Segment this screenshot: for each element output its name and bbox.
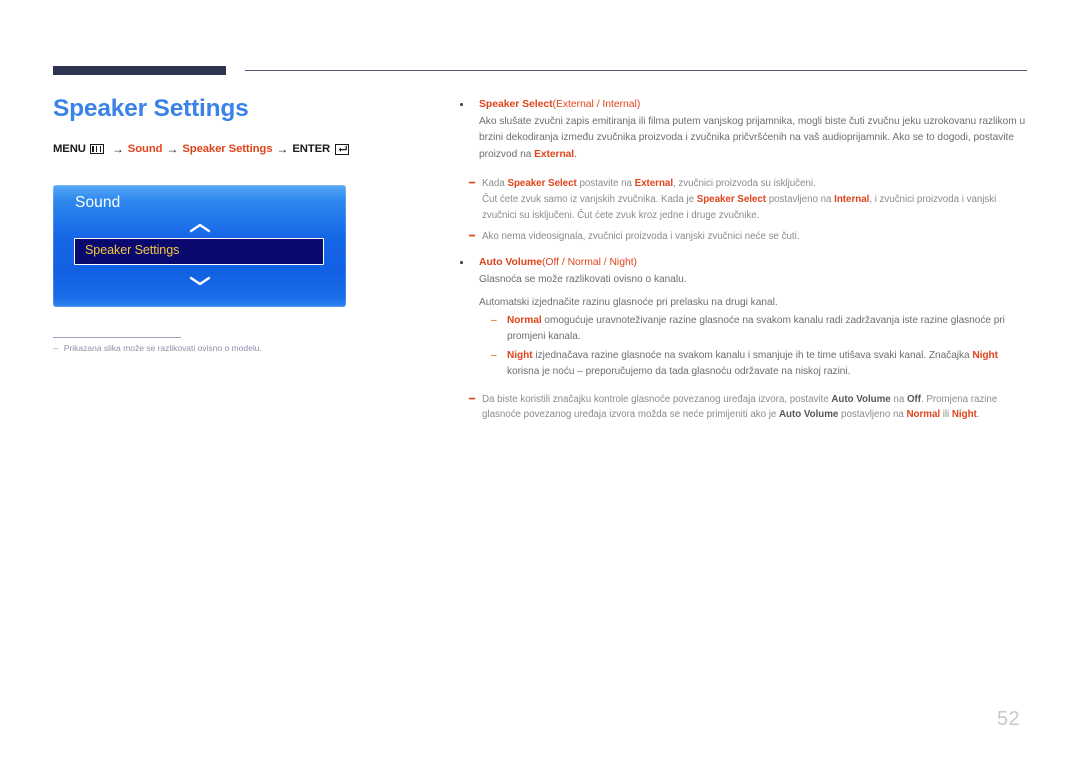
av-note-bold-5: Night [951,409,977,421]
av-note-bold-3: Auto Volume [778,409,839,421]
note-dash-icon: ━ [469,393,475,405]
auto-volume-paragraph-2: Automatski izjednačite razinu glasnoće p… [479,296,778,308]
left-column: Speaker Settings MENU → Sound → Speaker … [53,95,433,156]
menu-path-step-speaker-settings: Speaker Settings [182,143,273,156]
sub-night-text-a: izjednačava razine glasnoće na svakom ka… [532,349,973,361]
auto-volume-options: (Off / Normal / Night) [541,257,637,269]
speaker-select-heading: Speaker Select(External / Internal) [479,97,1030,114]
speaker-select-paragraph-bold: External [534,148,575,160]
section-speaker-select: Speaker Select(External / Internal) Ako … [458,97,1030,163]
speaker-select-note-2: ━ Ako nema videosignala, zvučnici proizv… [469,229,1030,245]
header-rule [53,63,1027,77]
footnote-dash: – [53,343,58,353]
speaker-select-note-1: ━ Kada Speaker Select postavite na Exter… [469,176,1030,224]
av-note-f: . [976,409,980,421]
sub-normal-text: omogućuje uravnoteživanje razine glasnoć… [507,315,1005,343]
note-1-line2-bold-2: Internal [834,194,870,206]
av-note-a: Da biste koristili značajku kontrole gla… [482,393,832,405]
sub-night-text-b: korisna je noću – preporučujemo da tada … [507,366,851,378]
menu-bars-icon [89,144,104,155]
av-note-bold-4: Normal [906,409,941,421]
speaker-select-title: Speaker Select [479,99,553,110]
menu-label: MENU [53,143,86,156]
arrow-3: → [276,142,289,157]
av-note-d: postavljeno na [838,409,907,421]
arrow-1: → [111,142,124,157]
auto-volume-heading: Auto Volume(Off / Normal / Night) [479,255,1030,272]
auto-volume-note: ━ Da biste koristili značajku kontrole g… [469,392,1030,424]
sub-dash-icon: – [491,315,497,327]
note-dash-icon: ━ [469,178,475,190]
footnote-text: Prikazana slika može se razlikovati ovis… [63,343,262,353]
menu-path-step-sound: Sound [127,143,163,156]
page-title: Speaker Settings [53,95,249,122]
right-column: Speaker Select(External / Internal) Ako … [458,97,1030,423]
note-1-line2: Čut ćete zvuk samo iz vanjskih zvučnika.… [482,192,1030,224]
auto-volume-paragraph-1: Glasnoća se može razlikovati ovisno o ka… [479,274,687,286]
note-dash-icon: ━ [469,231,475,243]
bullet-dot-icon [460,103,463,106]
chevron-up-icon[interactable] [53,221,346,239]
note-1-bold-2: External [634,178,674,190]
footnote-divider [53,337,181,339]
av-note-bold-2: Off [906,393,921,405]
chevron-down-icon[interactable] [53,274,346,292]
osd-title: Sound [75,194,121,211]
sub-night-bold: Night [507,349,533,361]
left-footnote: – Prikazana slika može se razlikovati ov… [53,343,383,353]
note-1-line2-a: Čut ćete zvuk samo iz vanjskih zvučnika.… [482,194,697,206]
note-1-line2-b: postavljeno na [766,194,835,206]
speaker-select-options: (External / Internal) [552,99,641,110]
sub-night-bold-2: Night [972,349,999,361]
bullet-dot-icon [460,261,463,264]
av-note-b: na [890,393,907,405]
av-note-bold-1: Auto Volume [831,393,891,405]
sub-dash-icon: – [491,349,497,361]
note-1-b: postavite na [576,178,635,190]
note-1-bold-1: Speaker Select [507,178,577,190]
enter-label: ENTER [292,143,331,156]
note-1-line2-bold-1: Speaker Select [696,194,766,206]
note-1-a: Kada [482,178,508,190]
header-bar-thin [245,70,1027,72]
header-bar-thick [53,66,226,75]
arrow-2: → [166,142,179,157]
auto-volume-sub-normal: – Normal omogućuje uravnoteživanje razin… [491,313,1030,346]
sub-normal-bold: Normal [507,315,542,327]
osd-sound-menu: Sound Speaker Settings [53,185,346,307]
osd-selected-item-label: Speaker Settings [85,243,180,257]
note-1-c: , zvučnici proizvoda su isključeni. [673,178,816,190]
auto-volume-sub-night: – Night izjednačava razine glasnoće na s… [491,348,1030,381]
enter-return-icon [335,143,350,155]
menu-path-breadcrumb: MENU → Sound → Speaker Settings → ENTER [53,142,433,156]
auto-volume-title: Auto Volume [479,257,542,269]
page-number: 52 [997,708,1021,730]
speaker-select-paragraph: Ako slušate zvučni zapis emitiranja ili … [479,114,1030,164]
section-auto-volume: Auto Volume(Off / Normal / Night) Glasno… [458,255,1030,311]
osd-selected-item-speaker-settings[interactable]: Speaker Settings [74,238,324,265]
note-2-text: Ako nema videosignala, zvučnici proizvod… [482,231,800,243]
speaker-select-paragraph-end: . [574,148,577,160]
av-note-e: ili [940,409,952,421]
